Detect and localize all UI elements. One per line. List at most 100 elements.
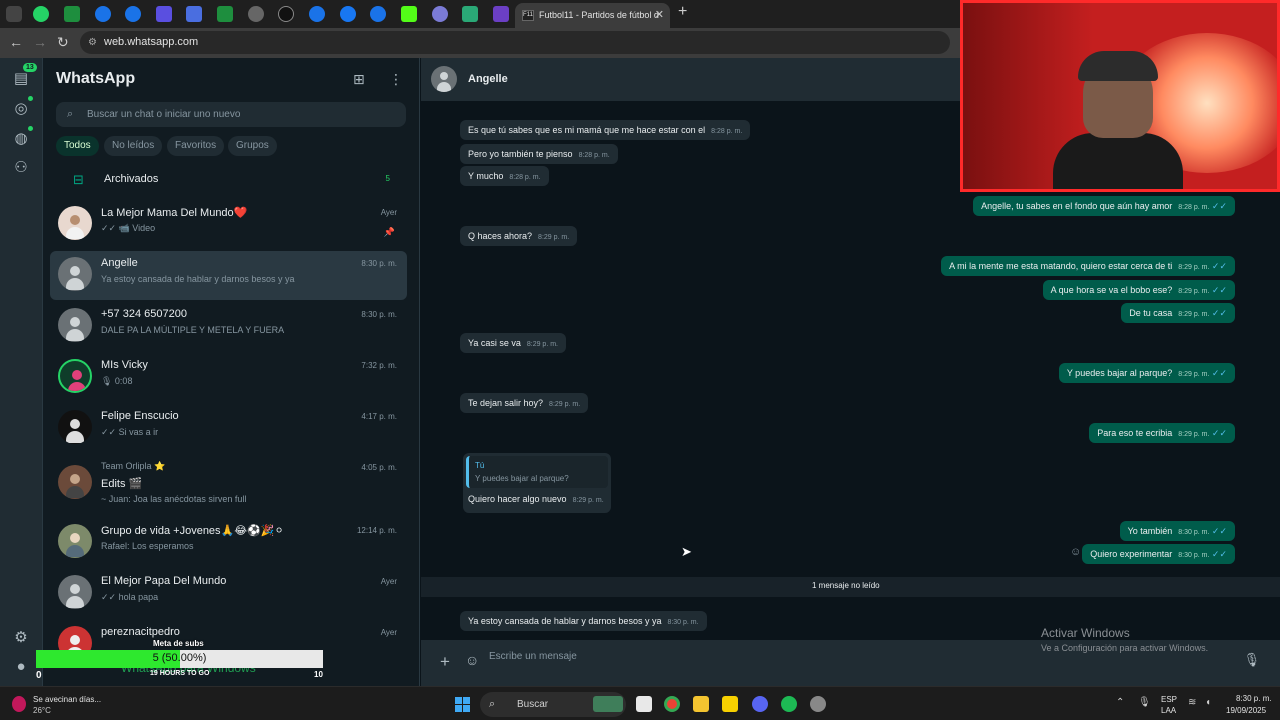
message-out[interactable]: Para eso te ecribia 8:29 p. m. ✓✓ (1089, 423, 1235, 443)
message-input[interactable]: Escribe un mensaje (489, 651, 577, 662)
message-out[interactable]: Angelle, tu sabes en el fondo que aún ha… (973, 196, 1235, 216)
input-language[interactable]: ESP (1161, 695, 1177, 704)
tab-shield-icon[interactable] (186, 6, 202, 22)
weather-headline[interactable]: Se avecinan días... (33, 695, 101, 704)
message-out[interactable]: Quiero experimentar 8:30 p. m. ✓✓ (1082, 544, 1235, 564)
message-text: Y puedes bajar al parque? (1066, 368, 1173, 378)
communities-icon[interactable]: ⚇ (12, 159, 30, 177)
tab-search-icon[interactable] (6, 6, 22, 22)
archived-row[interactable]: ⊟ Archivados 5 (43, 166, 419, 194)
chat-time: 12:14 p. m. (356, 526, 397, 535)
filter-no-leidos[interactable]: No leídos (104, 136, 163, 156)
channels-icon[interactable]: ◍ (12, 130, 30, 148)
url-field[interactable]: ⚙ web.whatsapp.com (80, 31, 950, 54)
chat-row[interactable]: El Mejor Papa Del Mundo ✓✓ hola papa Aye… (50, 569, 407, 618)
message-in[interactable]: Ya casi se va 8:29 p. m. (460, 333, 566, 353)
chat-row[interactable]: Angelle Ya estoy cansada de hablar y dar… (50, 251, 407, 300)
read-ticks-icon: ✓✓ (1209, 368, 1227, 378)
chat-time: 4:05 p. m. (361, 463, 397, 472)
tab-kick-icon[interactable] (401, 6, 417, 22)
microphone-icon[interactable]: 🎙 (1243, 652, 1260, 668)
emoji-icon[interactable]: ☺ (465, 652, 479, 668)
filter-favoritos[interactable]: Favoritos (167, 136, 225, 156)
message-out[interactable]: Yo también 8:30 p. m. ✓✓ (1119, 521, 1235, 541)
chrome-icon[interactable] (664, 696, 680, 712)
tab-facebook-icon[interactable] (340, 6, 356, 22)
tab-sheets-icon-2[interactable] (217, 6, 233, 22)
sticky-notes-icon[interactable] (722, 696, 738, 712)
new-tab-icon[interactable]: + (678, 3, 687, 21)
tab-edge-icon-2[interactable] (125, 6, 141, 22)
tab-whatsapp-icon[interactable] (33, 6, 49, 22)
tab-edge-icon[interactable] (95, 6, 111, 22)
tab-app-icon[interactable] (493, 6, 509, 22)
active-tab[interactable]: F11 Futbol11 - Partidos de fútbol d ✕ (515, 3, 670, 28)
archive-icon: ⊟ (73, 172, 84, 187)
chat-row[interactable]: +57 324 6507200 DALE PA LA MÚLTIPLE Y ME… (50, 302, 407, 351)
tab-edge-icon-4[interactable] (370, 6, 386, 22)
message-time: 8:30 p. m. (1178, 529, 1210, 536)
chat-row[interactable]: La Mejor Mama Del Mundo❤️ ✓✓ 📹 Video Aye… (50, 200, 407, 249)
taskbar-time[interactable]: 8:30 p. m. (1236, 694, 1272, 703)
status-dot (28, 96, 33, 101)
avatar (58, 257, 92, 291)
site-info-icon[interactable]: ⚙ (88, 31, 97, 54)
forward-arrow-icon[interactable]: → (33, 34, 47, 50)
emoji-react-icon[interactable]: ☺ (1070, 546, 1081, 558)
chat-row[interactable]: Grupo de vida +Jovenes🙏😂⚽🎉⚪ Rafael: Los … (50, 518, 407, 567)
message-out[interactable]: A que hora se va el bobo ese? 8:29 p. m. … (1042, 280, 1235, 300)
filter-todos[interactable]: Todos (56, 136, 99, 156)
message-out[interactable]: Y puedes bajar al parque? 8:29 p. m. ✓✓ (1058, 363, 1235, 383)
close-tab-icon[interactable]: ✕ (655, 3, 664, 28)
status-icon[interactable]: ◎ (12, 100, 30, 118)
message-out[interactable]: De tu casa 8:29 p. m. ✓✓ (1121, 303, 1235, 323)
contact-avatar[interactable] (431, 66, 457, 92)
filter-grupos[interactable]: Grupos (228, 136, 277, 156)
chat-row[interactable]: Team Orlipla ⭐ Edits 🎬 ~ Juan: Joa las a… (50, 455, 407, 513)
message-time: 8:29 p. m. (1178, 371, 1210, 378)
chats-icon[interactable]: ▤ (12, 70, 30, 88)
volume-icon[interactable]: ◖ (1205, 697, 1211, 708)
settings-gear-icon[interactable]: ⚙ (12, 629, 30, 647)
quoted-message[interactable]: Tú Y puedes bajar al parque? (466, 456, 608, 488)
chat-row[interactable]: Felipe Enscucio ✓✓ Si vas a ir 4:17 p. m… (50, 404, 407, 453)
windows-start-icon[interactable] (455, 697, 470, 712)
tray-mic-icon[interactable]: 🎙 (1138, 697, 1151, 708)
discord-icon[interactable] (752, 696, 768, 712)
message-time: 8:29 p. m. (1178, 431, 1210, 438)
task-view-icon[interactable] (636, 696, 652, 712)
spotify-icon[interactable] (781, 696, 797, 712)
message-in[interactable]: Y mucho 8:28 p. m. (460, 166, 549, 186)
tab-image-icon[interactable] (462, 6, 478, 22)
wifi-icon[interactable]: ≋ (1188, 697, 1196, 708)
message-in[interactable]: Es que tú sabes que es mi mamá que me ha… (460, 120, 751, 140)
reload-icon[interactable]: ↻ (57, 34, 69, 51)
attach-plus-icon[interactable]: + (440, 652, 450, 672)
chat-preview: 🎙 0:08 (101, 376, 133, 386)
chat-time: Ayer (380, 628, 397, 637)
profile-icon[interactable]: ● (12, 658, 30, 676)
message-time: 8:28 p. m. (509, 174, 541, 181)
menu-dots-icon[interactable]: ⋮ (389, 71, 403, 88)
back-arrow-icon[interactable]: ← (9, 34, 23, 50)
message-in[interactable]: Q haces ahora? 8:29 p. m. (460, 226, 578, 246)
reply-message[interactable]: Tú Y puedes bajar al parque? Quiero hace… (463, 453, 611, 513)
obs-icon[interactable] (810, 696, 826, 712)
new-chat-icon[interactable]: ⊞ (353, 71, 365, 88)
tab-edge-icon-3[interactable] (309, 6, 325, 22)
search-input[interactable]: ⌕ Buscar un chat o iniciar uno nuevo (56, 102, 406, 127)
message-in[interactable]: Pero yo también te pienso 8:28 p. m. (460, 144, 618, 164)
tab-p-icon[interactable] (278, 6, 294, 22)
message-in[interactable]: Ya estoy cansada de hablar y darnos beso… (460, 611, 707, 631)
tab-sheets-icon[interactable] (64, 6, 80, 22)
tab-settings-icon[interactable] (248, 6, 264, 22)
weather-widget-icon[interactable] (12, 696, 26, 712)
chat-row[interactable]: MIs Vicky 🎙 0:08 7:32 p. m. (50, 353, 407, 402)
tab-video-icon[interactable] (156, 6, 172, 22)
file-explorer-icon[interactable] (693, 696, 709, 712)
message-in[interactable]: Te dejan salir hoy? 8:29 p. m. (460, 393, 589, 413)
message-out[interactable]: A mi la mente me esta matando, quiero es… (941, 256, 1235, 276)
avatar (58, 308, 92, 342)
tab-link-icon[interactable] (432, 6, 448, 22)
tray-chevron-icon[interactable]: ⌃ (1116, 697, 1124, 708)
